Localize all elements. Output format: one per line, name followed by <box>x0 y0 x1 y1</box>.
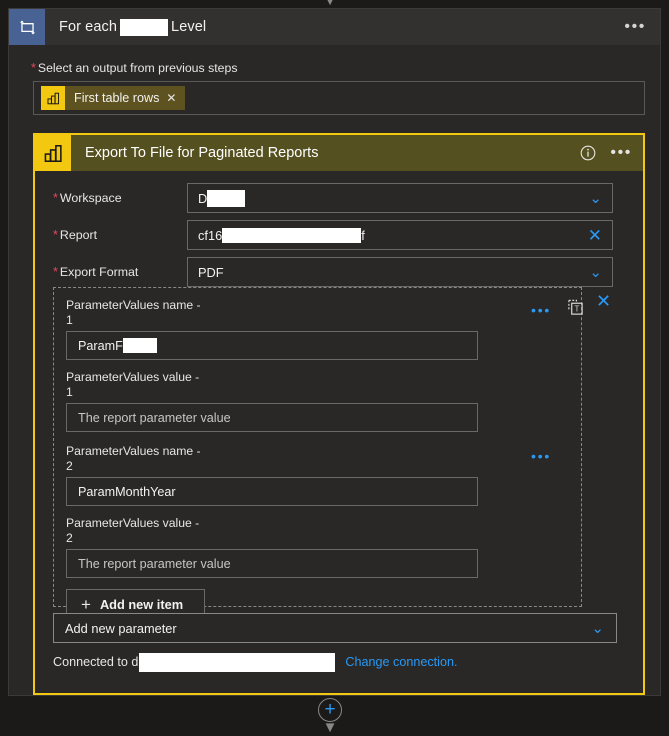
close-icon[interactable]: ✕ <box>166 92 185 104</box>
powerbi-icon <box>41 86 65 110</box>
parameter-value-label-text-1: ParameterValues value - <box>66 370 200 384</box>
workspace-value-redaction <box>207 189 246 207</box>
parameter-overflow-menu-2[interactable]: ••• <box>531 449 551 463</box>
parameter-value-index-2: 2 <box>66 531 73 545</box>
info-icon[interactable] <box>580 145 596 161</box>
required-marker: * <box>31 61 36 75</box>
foreach-title-prefix: For each <box>59 19 118 35</box>
action-card-export-to-file: Export To File for Paginated Reports •••… <box>33 133 645 695</box>
select-output-label: * Select an output from previous steps <box>31 61 237 75</box>
chevron-down-icon[interactable]: ⌄ <box>591 621 608 636</box>
export-format-select[interactable]: PDF ⌄ <box>187 257 613 287</box>
parameter-value-index-1: 1 <box>66 385 73 399</box>
powerbi-icon <box>35 135 71 171</box>
dynamic-content-token[interactable]: First table rows ✕ <box>41 86 186 110</box>
field-label-text: Report <box>59 228 98 242</box>
report-input[interactable]: cf16 f ✕ <box>187 220 613 250</box>
export-format-value: PDF <box>198 264 224 280</box>
change-connection-link[interactable]: Change connection. <box>345 655 457 669</box>
connection-prefix: Connected to d <box>53 655 139 669</box>
plus-icon: + <box>81 594 91 614</box>
add-new-parameter-select[interactable]: Add new parameter ⌄ <box>53 613 617 643</box>
parameter-value-label-1: ParameterValues value - 1 <box>66 370 396 400</box>
arrow-down-icon: ▼ <box>322 719 338 736</box>
parameter-value-input-1[interactable]: The report parameter value <box>66 403 478 432</box>
field-row-report: * Report cf16 f ✕ <box>35 220 647 250</box>
select-output-input[interactable]: First table rows ✕ <box>33 81 645 115</box>
field-label-text: Export Format <box>59 265 139 279</box>
parameter-name-input-2[interactable]: ParamMonthYear <box>66 477 478 506</box>
foreach-title-suffix: Level <box>171 19 207 35</box>
parameter-name-label-text-2: ParameterValues name - <box>66 444 201 458</box>
powerbi-icon-svg <box>46 92 59 104</box>
parameter-name-label-2: ParameterValues name - 2 <box>66 444 396 474</box>
workspace-value-prefix: D <box>198 190 208 206</box>
foreach-title-redaction <box>120 18 169 36</box>
report-value: cf16 f <box>198 227 588 243</box>
required-marker: * <box>53 265 58 279</box>
workspace-select[interactable]: D ⌄ <box>187 183 613 213</box>
required-marker: * <box>53 228 58 242</box>
field-label-workspace: * Workspace <box>35 191 187 205</box>
chevron-down-icon[interactable]: ⌄ <box>589 191 606 206</box>
parameter-value-label-text-2: ParameterValues value - <box>66 516 200 530</box>
workspace-value: D <box>198 189 589 207</box>
parameter-name-value-1: ParamF <box>78 338 123 353</box>
foreach-header[interactable]: For each Level ••• <box>9 9 660 45</box>
svg-text:T: T <box>574 305 579 314</box>
parameter-name-label-text-1: ParameterValues name - <box>66 298 201 312</box>
remove-parameter-group-button[interactable]: ✕ <box>596 292 611 310</box>
field-label-report: * Report <box>35 228 187 242</box>
parameter-value-label-2: ParameterValues value - 2 <box>66 516 396 546</box>
add-new-item-label: Add new item <box>99 596 184 612</box>
action-overflow-menu-button[interactable]: ••• <box>610 145 632 161</box>
add-new-parameter-label: Add new parameter <box>65 620 177 636</box>
parameter-index-1: 1 <box>66 313 73 327</box>
bottom-connector: + ▼ <box>0 698 669 735</box>
powerbi-icon-svg <box>44 144 62 162</box>
field-row-workspace: * Workspace D ⌄ <box>35 183 647 213</box>
token-label: First table rows <box>74 91 160 105</box>
chevron-down-icon[interactable]: ⌄ <box>589 265 606 280</box>
action-card-header[interactable]: Export To File for Paginated Reports ••• <box>35 135 643 171</box>
foreach-card: For each Level ••• * Select an output fro… <box>8 8 661 696</box>
foreach-overflow-menu-button[interactable]: ••• <box>624 19 646 35</box>
connection-status: Connected to d Change connection. <box>53 652 457 672</box>
field-row-export-format: * Export Format PDF ⌄ <box>35 257 647 287</box>
connection-redaction <box>139 652 336 672</box>
report-value-prefix: cf16 <box>198 227 223 243</box>
select-output-text: Select an output from previous steps <box>37 61 238 75</box>
loop-icon <box>9 9 45 45</box>
parameter-values-group: ParameterValues name - 1 ••• T ParamF Pa… <box>53 287 584 619</box>
parameter-value-input-2[interactable]: The report parameter value <box>66 549 478 578</box>
report-value-redaction <box>222 227 362 243</box>
plus-icon: + <box>324 698 336 720</box>
foreach-title: For each Level <box>59 18 207 36</box>
report-value-suffix: f <box>361 227 365 243</box>
action-card-header-icons: ••• <box>580 135 632 171</box>
parameter-overflow-menu-1[interactable]: ••• <box>531 303 551 317</box>
loop-icon-svg <box>19 19 35 35</box>
field-label-export-format: * Export Format <box>35 265 187 279</box>
required-marker: * <box>53 191 58 205</box>
action-card-title: Export To File for Paginated Reports <box>85 145 319 161</box>
dynamic-content-icon[interactable]: T <box>567 299 584 316</box>
parameter-name-input-1[interactable]: ParamF <box>66 331 478 360</box>
field-label-text: Workspace <box>59 191 122 205</box>
parameter-name-redaction-1 <box>122 338 157 353</box>
parameter-index-2: 2 <box>66 459 73 473</box>
parameter-name-label-1: ParameterValues name - 1 <box>66 298 396 328</box>
close-icon[interactable]: ✕ <box>588 227 606 244</box>
arrow-down-icon: ▼ <box>322 0 338 9</box>
